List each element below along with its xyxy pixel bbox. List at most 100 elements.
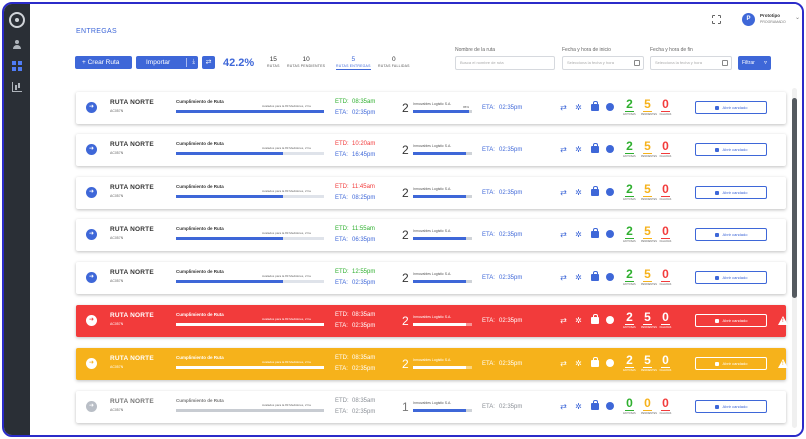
pending-label: PENDIENTES (641, 412, 657, 415)
settings-icon[interactable]: ✲ (574, 359, 583, 368)
lock-icon[interactable] (591, 143, 599, 153)
settings-icon[interactable]: ✲ (574, 103, 583, 112)
warning-icon[interactable] (778, 359, 788, 368)
stat-pending[interactable]: 10 RUTAS PENDIENTES (287, 56, 325, 68)
route-name[interactable]: RUTA NORTE (110, 99, 154, 106)
pending-count: 0 (644, 396, 651, 410)
failed-counter: 0 FALLIDAS (659, 139, 672, 158)
route-share-icon[interactable]: ⇄ (559, 316, 568, 325)
failed-label: FALLIDAS (659, 155, 672, 158)
failed-underline (661, 367, 670, 368)
route-name[interactable]: RUTA NORTE (110, 269, 154, 276)
failed-count: 0 (662, 353, 669, 367)
settings-icon[interactable]: ✲ (574, 316, 583, 325)
status-dot-icon (606, 145, 614, 153)
failed-count: 0 (662, 310, 669, 324)
lock-icon[interactable] (591, 228, 599, 238)
lock-icon[interactable] (591, 271, 599, 281)
settings-icon[interactable]: ✲ (574, 402, 583, 411)
route-share-icon[interactable]: ⇄ (559, 359, 568, 368)
pending-label: PENDIENTES (641, 198, 657, 201)
dashboard-nav-icon[interactable] (12, 61, 22, 71)
route-share-icon[interactable]: ⇄ (559, 145, 568, 154)
fullscreen-icon[interactable] (711, 14, 722, 25)
carrier-name: Inmovables Logistic S.A. (413, 401, 452, 405)
route-icon-button[interactable]: ⇄ (202, 56, 215, 69)
stat-label: RUTAS (267, 64, 280, 68)
pending-underline (643, 196, 652, 197)
settings-icon[interactable]: ✲ (574, 273, 583, 282)
route-share-icon[interactable]: ⇄ (559, 273, 568, 282)
stat-delivered[interactable]: 5 RUTAS ENTREGAS (336, 56, 371, 70)
eta-time: ETA: 08:25pm (335, 195, 375, 201)
settings-icon[interactable]: ✲ (574, 230, 583, 239)
open-lock-button[interactable]: Abrir candado (695, 143, 767, 156)
reports-nav-icon[interactable] (12, 82, 22, 92)
start-date-input[interactable]: Selecciona la fecha y hora (562, 56, 644, 70)
open-lock-button[interactable]: Abrir candado (695, 357, 767, 370)
route-row[interactable]: ➜ RUTA NORTE AC057N Cumplimiento de Ruta Ava… (76, 92, 786, 124)
chevron-down-icon[interactable]: ⌄ (795, 14, 800, 21)
scrollbar[interactable] (792, 88, 797, 428)
success-underline (625, 410, 634, 411)
route-share-icon[interactable]: ⇄ (559, 188, 568, 197)
settings-icon[interactable]: ✲ (574, 188, 583, 197)
open-lock-button[interactable]: Abrir candado (695, 228, 767, 241)
route-share-icon[interactable]: ⇄ (559, 103, 568, 112)
app-logo-icon[interactable] (9, 12, 25, 28)
compliance-label: Cumplimiento de Ruta (176, 398, 224, 403)
route-name-input[interactable]: Busca el nombre de ruta (455, 56, 555, 70)
lock-icon[interactable] (591, 186, 599, 196)
carrier-percent: 95% (463, 105, 470, 109)
compliance-progress-bar (176, 409, 324, 412)
route-name[interactable]: RUTA NORTE (110, 141, 154, 148)
delivery-eta: ETA: 02:35pm (482, 190, 522, 196)
open-lock-button[interactable]: Abrir candado (695, 271, 767, 284)
route-share-icon[interactable]: ⇄ (559, 230, 568, 239)
pending-count: 5 (644, 224, 651, 238)
warning-icon[interactable] (778, 316, 788, 325)
route-name[interactable]: RUTA NORTE (110, 355, 154, 362)
lock-icon[interactable] (591, 357, 599, 367)
end-date-input[interactable]: Selecciona la fecha y hora (650, 56, 732, 70)
pending-label: PENDIENTES (641, 155, 657, 158)
route-code: AC057N (110, 279, 124, 283)
stat-routes[interactable]: 15 RUTAS (267, 56, 280, 68)
route-row[interactable]: ➜ RUTA NORTE AC057N Cumplimiento de Ruta Ava… (76, 177, 786, 209)
avatar[interactable]: P (742, 13, 755, 26)
user-nav-icon[interactable] (12, 40, 22, 50)
import-button[interactable]: Importar ⤓ (136, 56, 198, 69)
route-row[interactable]: ➜ RUTA NORTE AC057N Cumplimiento de Ruta Ava… (76, 348, 788, 380)
route-row[interactable]: ➜ RUTA NORTE AC057N Cumplimiento de Ruta Ava… (76, 219, 786, 251)
route-row[interactable]: ➜ RUTA NORTE AC057N Cumplimiento de Ruta Ava… (76, 134, 786, 166)
route-row[interactable]: ➜ RUTA NORTE AC057N Cumplimiento de Ruta Ava… (76, 391, 786, 423)
calendar-icon[interactable] (722, 60, 728, 66)
route-name[interactable]: RUTA NORTE (110, 398, 154, 405)
route-name[interactable]: RUTA NORTE (110, 184, 154, 191)
route-share-icon[interactable]: ⇄ (559, 402, 568, 411)
success-count: 2 (626, 97, 633, 111)
open-lock-button[interactable]: Abrir candado (695, 400, 767, 413)
open-lock-button[interactable]: Abrir candado (695, 186, 767, 199)
etd-value: 11:45am (352, 184, 375, 190)
filter-button[interactable]: Filtrar ▿ (738, 56, 771, 70)
route-row[interactable]: ➜ RUTA NORTE AC057N Cumplimiento de Ruta Ava… (76, 262, 786, 294)
scrollbar-thumb[interactable] (792, 98, 797, 298)
lock-icon[interactable] (591, 400, 599, 410)
calendar-icon[interactable] (634, 60, 640, 66)
lock-icon[interactable] (591, 314, 599, 324)
open-lock-button[interactable]: Abrir candado (695, 314, 767, 327)
route-name[interactable]: RUTA NORTE (110, 226, 154, 233)
compliance-progress-bar (176, 280, 324, 283)
route-row[interactable]: ➜ RUTA NORTE AC057N Cumplimiento de Ruta Ava… (76, 305, 788, 337)
settings-icon[interactable]: ✲ (574, 145, 583, 154)
route-name[interactable]: RUTA NORTE (110, 312, 154, 319)
stat-failed[interactable]: 0 RUTAS FALLIDAS (378, 56, 410, 68)
lock-icon (714, 233, 719, 237)
create-route-button[interactable]: + Crear Ruta (75, 56, 132, 69)
compliance-label: Cumplimiento de Ruta (176, 141, 224, 146)
failed-underline (661, 238, 670, 239)
lock-icon[interactable] (591, 101, 599, 111)
open-lock-button[interactable]: Abrir candado (695, 101, 767, 114)
lock-icon (714, 362, 719, 366)
